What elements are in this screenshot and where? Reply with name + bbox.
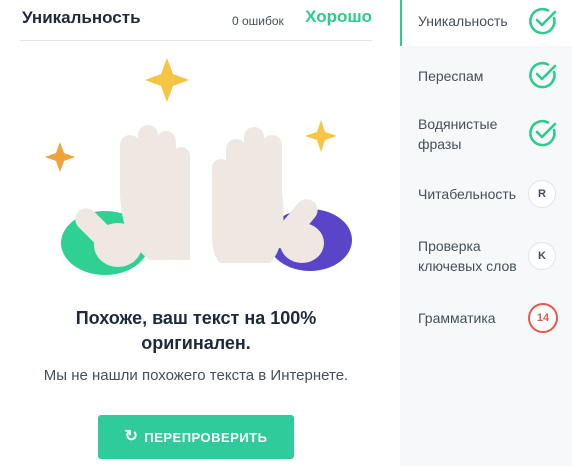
check-circle-icon	[529, 61, 557, 89]
error-count: 0 ошибок	[232, 14, 284, 28]
high-five-illustration	[45, 58, 352, 275]
sidebar-item-label: Уникальность	[418, 13, 508, 29]
sidebar-item-label: Переспам	[418, 68, 484, 84]
sidebar-item-label: Проверка ключевых слов	[418, 238, 517, 274]
grammar-error-badge: 14	[528, 303, 558, 333]
sidebar-item-keywords[interactable]: Проверка ключевых слов K	[400, 232, 572, 280]
result-title: Похоже, ваш текст на 100% оригинален.	[75, 308, 317, 353]
check-circle-icon	[529, 7, 557, 35]
sidebar-item-readability[interactable]: Читабельность R	[400, 176, 572, 216]
panel-header: Уникальность 0 ошибок Хорошо	[20, 0, 372, 41]
verdict-label: Хорошо	[305, 7, 372, 26]
sidebar-item-label: Грамматика	[418, 310, 496, 326]
recheck-button[interactable]: ↻ ПЕРЕПРОВЕРИТЬ	[98, 415, 294, 459]
result-subtitle: Мы не нашли похожего текста в Интернете.	[43, 367, 349, 384]
check-circle-icon	[529, 119, 557, 147]
recheck-button-label: ПЕРЕПРОВЕРИТЬ	[144, 429, 268, 445]
sidebar-item-grammar[interactable]: Грамматика 14	[400, 300, 572, 340]
keywords-badge: K	[528, 242, 556, 270]
sparkle-large-icon	[145, 58, 189, 102]
sparkle-left-icon	[45, 142, 75, 172]
sidebar-item-uniqueness[interactable]: Уникальность	[400, 0, 572, 46]
panel-title: Уникальность	[22, 8, 141, 27]
sidebar-item-label: Водянистые фразы	[418, 116, 498, 152]
sidebar: Уникальность Переспам Водянистые фразы Ч…	[400, 0, 572, 466]
main-panel: Уникальность 0 ошибок Хорошо Похоже, ваш…	[0, 0, 400, 466]
sidebar-item-water-phrases[interactable]: Водянистые фразы	[400, 110, 572, 160]
right-hand	[212, 127, 324, 263]
sidebar-item-overspam[interactable]: Переспам	[400, 52, 572, 98]
sidebar-item-label: Читабельность	[418, 186, 517, 202]
sparkle-right-icon	[305, 120, 337, 152]
readability-badge: R	[528, 180, 556, 208]
refresh-icon: ↻	[124, 428, 139, 445]
